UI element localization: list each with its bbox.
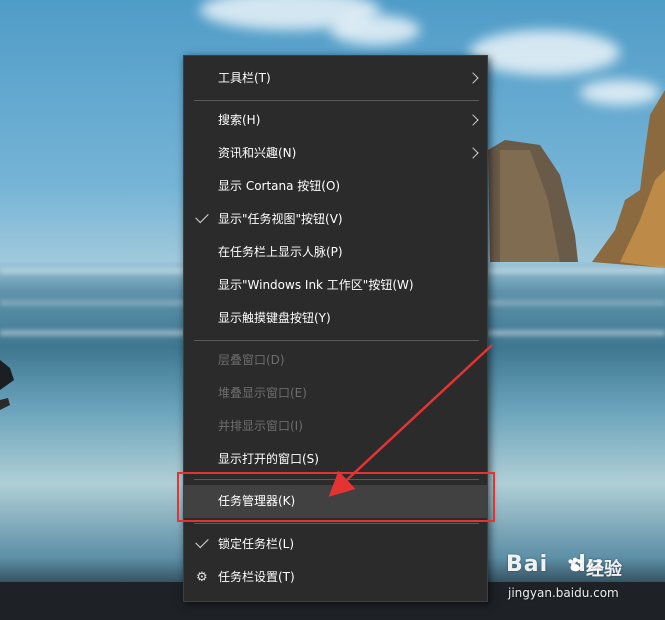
watermark-cn: 经验	[586, 559, 622, 580]
annotation-arrow	[328, 344, 493, 497]
baidu-jingyan-watermark: Bai du 经验 jingyan.baidu.com	[506, 552, 656, 607]
watermark-url: jingyan.baidu.com	[508, 586, 619, 600]
paw-icon	[568, 557, 582, 572]
